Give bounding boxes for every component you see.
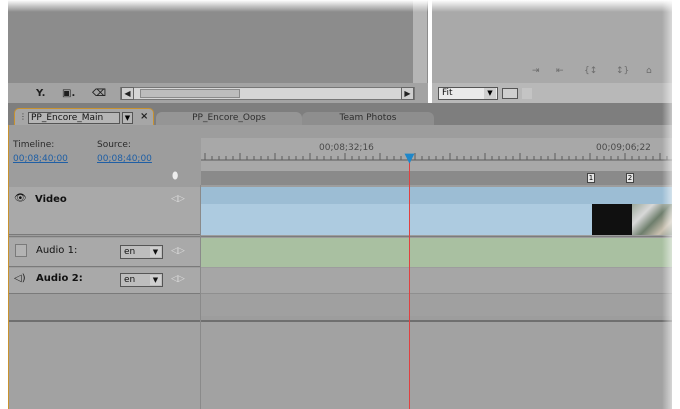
video-clip-dark[interactable]	[592, 204, 632, 235]
snap-magnet-icon[interactable]: ⬮	[172, 171, 178, 182]
scroll-right-button[interactable]: ▶	[401, 87, 414, 100]
timeline-label: Timeline:	[13, 140, 55, 150]
source-monitor-panel	[432, 0, 672, 83]
scroll-thumb[interactable]	[140, 89, 240, 98]
scroll-left-button[interactable]: ◀	[121, 87, 134, 100]
chevron-down-icon: ▼	[150, 247, 161, 257]
source-label: Source:	[97, 140, 131, 150]
audio2-track-label: Audio 2:	[36, 273, 83, 284]
chapter-marker-2[interactable]: 2	[626, 173, 634, 183]
right-fade	[662, 0, 680, 409]
playhead-line[interactable]	[409, 158, 410, 409]
eye-icon[interactable]: 👁	[14, 193, 27, 204]
tab-label-box[interactable]: PP_Encore_Main	[28, 112, 120, 124]
audio2-language-dropdown[interactable]: en ▼	[120, 273, 163, 287]
audio2-language-value: en	[124, 275, 136, 285]
video-track-label: Video	[35, 194, 67, 205]
chevron-down-icon[interactable]: ▼	[484, 88, 496, 99]
funnel-icon[interactable]: Y.	[36, 88, 45, 99]
audio2-track[interactable]	[201, 268, 672, 294]
playhead-handle-icon[interactable]: ▼	[403, 152, 416, 166]
ripple-in-icon[interactable]: ⇥	[532, 66, 540, 76]
work-area-bar[interactable]	[201, 171, 672, 185]
audio1-language-dropdown[interactable]: en ▼	[120, 245, 163, 259]
close-tab-icon[interactable]: ×	[140, 111, 148, 122]
new-bin-icon[interactable]: ▣.	[62, 88, 75, 99]
speaker-icon[interactable]: ◁)	[14, 273, 26, 284]
project-panel	[8, 0, 428, 83]
top-fade	[0, 0, 680, 12]
project-vertical-scrollbar[interactable]	[413, 0, 427, 83]
chevron-down-icon: ▼	[150, 275, 161, 285]
keyframe-nav-icon[interactable]: ◁▷	[171, 274, 185, 284]
keyframe-nav-icon[interactable]: ◁▷	[171, 246, 185, 256]
audio1-track-label: Audio 1:	[36, 245, 78, 256]
ripple-out-icon[interactable]: ⇤	[556, 66, 564, 76]
tab-label-main: PP_Encore_Main	[31, 113, 104, 123]
settings-icon[interactable]	[522, 88, 532, 99]
video-track-top	[201, 187, 672, 204]
tab-label-oops: PP_Encore_Oops	[192, 113, 266, 123]
time-ruler[interactable]: 00;08;32;16 00;09;06;22	[201, 138, 672, 171]
track-divider	[9, 236, 672, 237]
timeline-empty-area	[9, 322, 672, 409]
tab-menu-chevron-icon[interactable]: ▼	[122, 112, 133, 124]
audio1-track[interactable]	[201, 238, 672, 267]
set-marker-icon[interactable]: ⌂	[646, 66, 652, 76]
timeline-timecode[interactable]: 00;08;40;00	[13, 154, 68, 164]
tab-team-photos[interactable]: Team Photos	[302, 112, 434, 125]
header-column-divider	[200, 185, 201, 409]
audio1-language-value: en	[124, 247, 136, 257]
ruler-time-end: 00;09;06;22	[596, 143, 651, 153]
empty-track-area	[201, 294, 672, 316]
chapter-marker-1[interactable]: 1	[587, 173, 595, 183]
source-timecode[interactable]: 00;08;40;00	[97, 154, 152, 164]
keyframe-nav-icon[interactable]: ◁▷	[171, 194, 185, 204]
audio1-mute-toggle[interactable]	[15, 244, 27, 257]
trash-icon[interactable]: ⌫	[92, 88, 106, 99]
tab-pp-encore-oops[interactable]: PP_Encore_Oops	[156, 112, 302, 125]
zoom-value: Fit	[442, 88, 453, 98]
mark-out-icon[interactable]: ↕}	[616, 66, 629, 76]
ruler-time-start: 00;08;32;16	[319, 143, 374, 153]
output-icon[interactable]	[502, 88, 518, 99]
tab-label-team-photos: Team Photos	[339, 113, 397, 123]
mark-in-icon[interactable]: {↕	[584, 66, 597, 76]
